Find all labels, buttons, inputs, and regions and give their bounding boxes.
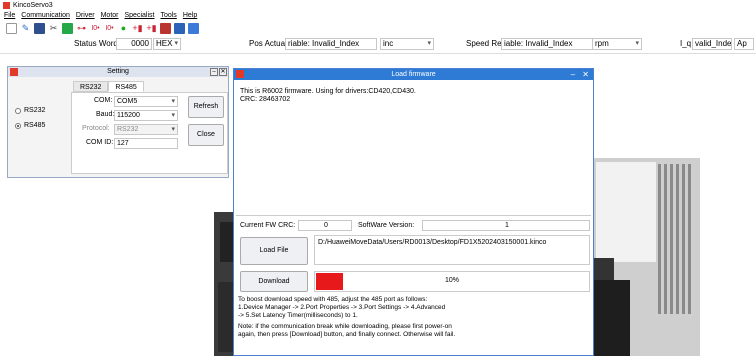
disconnect-icon[interactable] bbox=[62, 23, 73, 34]
file-path-field: D:/HuaweiMoveData/Users/RD0013/Desktop/F… bbox=[314, 235, 590, 265]
download-button[interactable]: Download bbox=[240, 271, 308, 292]
radio-rs485-label: RS485 bbox=[24, 122, 46, 129]
note-line: -> 5.Set Latency Timer(milliseconds) to … bbox=[238, 312, 358, 319]
baud-select[interactable]: 115200 bbox=[114, 110, 178, 121]
progress-text: 10% bbox=[444, 277, 459, 284]
pos-actual-field: riable: Invalid_Index bbox=[285, 38, 377, 50]
load-firmware-title: Load firmware bbox=[391, 71, 436, 78]
connect-icon[interactable]: ✂ bbox=[48, 23, 59, 34]
menu-communication[interactable]: Communication bbox=[21, 12, 70, 19]
current-crc-label: Current FW CRC: bbox=[240, 222, 296, 229]
link-icon[interactable]: ⊶ bbox=[76, 23, 87, 34]
radio-button-icon bbox=[15, 107, 21, 114]
com-label: COM: bbox=[94, 97, 113, 104]
status-dot-icon[interactable]: ● bbox=[118, 23, 129, 34]
status-row: Status Word 0000 HEX Pos Actual riable: … bbox=[0, 37, 756, 52]
io-out-icon[interactable]: I0• bbox=[104, 23, 115, 34]
note-line: To boost download speed with 485, adjust… bbox=[238, 296, 428, 303]
software-version-label: SoftWare Version: bbox=[358, 222, 415, 229]
app-title: KincoServo3 bbox=[13, 1, 53, 9]
pos-actual-unit-select[interactable]: inc bbox=[380, 38, 434, 50]
download-progress-bar: 10% bbox=[314, 271, 590, 292]
com-select[interactable]: COM5 bbox=[114, 96, 178, 107]
note-line: Note: if the communication break while d… bbox=[238, 323, 452, 330]
status-word-field: 0000 bbox=[116, 38, 152, 50]
kinco-logo-icon bbox=[236, 70, 244, 78]
note-line: 1.Device Manager -> 2.Port Properties ->… bbox=[238, 304, 446, 311]
servo-body-image bbox=[590, 280, 630, 356]
menu-tools[interactable]: Tools bbox=[160, 12, 176, 19]
monitor-icon[interactable] bbox=[160, 23, 171, 34]
chart-icon[interactable] bbox=[188, 23, 199, 34]
status-word-format-select[interactable]: HEX bbox=[153, 38, 181, 50]
kinco-logo-icon bbox=[3, 1, 10, 9]
minimize-icon[interactable]: – bbox=[571, 70, 575, 79]
close-icon[interactable]: ✕ bbox=[219, 68, 227, 76]
merge-icon[interactable]: +▮ bbox=[146, 23, 157, 34]
radio-rs485[interactable]: RS485 bbox=[15, 122, 45, 129]
setting-title: Setting bbox=[107, 68, 129, 75]
tab-rs232[interactable]: RS232 bbox=[73, 81, 109, 92]
window-icon[interactable] bbox=[174, 23, 185, 34]
new-file-icon[interactable] bbox=[6, 23, 17, 34]
com-id-label: COM ID: bbox=[86, 139, 114, 146]
iq-field: valid_Index bbox=[692, 38, 732, 50]
tab-rs485[interactable]: RS485 bbox=[108, 81, 144, 92]
iq-unit-field: Ap bbox=[734, 38, 754, 50]
firmware-info: This is R6002 firmware. Using for driver… bbox=[240, 88, 416, 104]
com-id-input[interactable]: 127 bbox=[114, 138, 178, 149]
kinco-logo-icon bbox=[10, 68, 18, 76]
status-word-label: Status Word bbox=[74, 39, 118, 48]
setting-window: Setting – ✕ RS232 RS485 RS232 RS485 COM:… bbox=[7, 66, 229, 178]
setting-titlebar[interactable]: Setting – ✕ bbox=[8, 67, 228, 77]
menu-file[interactable]: File bbox=[4, 12, 15, 19]
protocol-label: Protocol: bbox=[82, 125, 110, 132]
toolbar: ✎ ✂ ⊶ I0• I0• ● +▮ +▮ bbox=[0, 21, 756, 36]
minimize-icon[interactable]: – bbox=[210, 68, 218, 76]
speed-note: To boost download speed with 485, adjust… bbox=[238, 296, 445, 320]
load-file-button[interactable]: Load File bbox=[240, 237, 308, 265]
pos-actual-label: Pos Actual bbox=[249, 39, 287, 48]
menu-driver[interactable]: Driver bbox=[76, 12, 95, 19]
io-icon[interactable]: I0• bbox=[90, 23, 101, 34]
baud-label: Baud: bbox=[96, 111, 115, 118]
close-icon[interactable]: ✕ bbox=[582, 70, 589, 79]
warning-note: Note: if the communication break while d… bbox=[238, 323, 455, 339]
radio-selected-icon bbox=[15, 122, 21, 129]
edit-icon[interactable]: ✎ bbox=[20, 23, 31, 34]
speed-real-field: iable: Invalid_Index bbox=[501, 38, 593, 50]
firmware-info-line: This is R6002 firmware. Using for driver… bbox=[240, 88, 416, 95]
firmware-crc-line: CRC: 28463702 bbox=[240, 96, 291, 103]
setting-tabs: RS232 RS485 bbox=[73, 81, 144, 92]
rs485-panel: COM: COM5 Baud: 115200 Protocol: RS232 C… bbox=[71, 92, 228, 174]
menu-motor[interactable]: Motor bbox=[101, 12, 119, 19]
protocol-select: RS232 bbox=[114, 124, 178, 135]
load-firmware-titlebar[interactable]: Load firmware – ✕ bbox=[234, 69, 593, 80]
split-icon[interactable]: +▮ bbox=[132, 23, 143, 34]
menu-specialist[interactable]: Specialist bbox=[125, 12, 155, 19]
divider bbox=[236, 215, 591, 216]
speed-real-unit-select[interactable]: rpm bbox=[592, 38, 642, 50]
radio-rs232-label: RS232 bbox=[24, 107, 46, 114]
app-titlebar: KincoServo3 bbox=[0, 0, 756, 10]
current-crc-field: 0 bbox=[298, 220, 352, 231]
close-button[interactable]: Close bbox=[188, 124, 224, 146]
save-icon[interactable] bbox=[34, 23, 45, 34]
menu-help[interactable]: Help bbox=[183, 12, 197, 19]
note-line: again, then press [Download] button, and… bbox=[238, 331, 456, 338]
iq-label: I_q bbox=[680, 39, 692, 48]
software-version-field: 1 bbox=[422, 220, 590, 231]
load-firmware-window: Load firmware – ✕ This is R6002 firmware… bbox=[233, 68, 594, 356]
refresh-button[interactable]: Refresh bbox=[188, 96, 224, 118]
menu-bar: File Communication Driver Motor Speciali… bbox=[0, 10, 756, 21]
radio-rs232[interactable]: RS232 bbox=[15, 107, 45, 114]
